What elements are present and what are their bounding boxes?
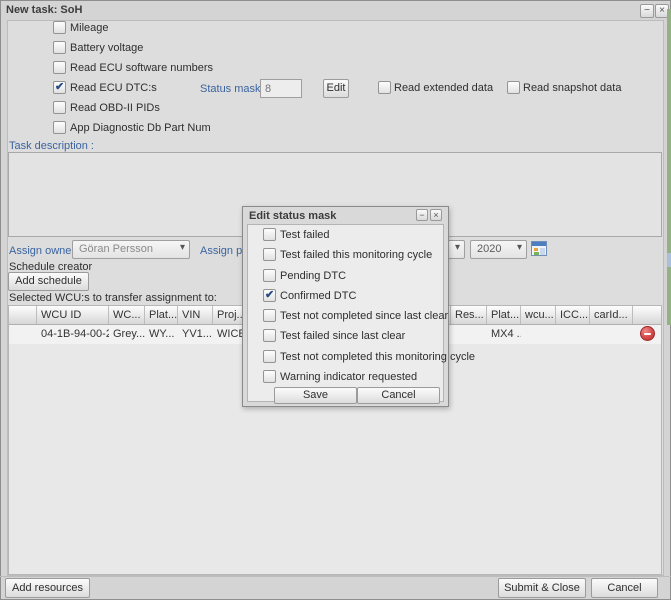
warning-indicator-checkbox[interactable] [263, 370, 276, 383]
pending-dtc-label: Pending DTC [280, 269, 346, 283]
new-task-window: New task: SoH − × Mileage Battery voltag… [0, 0, 671, 600]
cell-plat: WY... [145, 325, 178, 344]
cell-wcu [521, 325, 556, 344]
test-failed-checkbox[interactable] [263, 228, 276, 241]
read-extended-data-label: Read extended data [394, 81, 493, 95]
status-mask-edit-button[interactable]: Edit [323, 79, 349, 98]
save-button[interactable]: Save [274, 387, 357, 404]
col-plat2[interactable]: Plat... [487, 306, 521, 324]
dialog-cancel-button[interactable]: Cancel [357, 387, 440, 404]
test-failed-cycle-label: Test failed this monitoring cycle [280, 248, 432, 262]
mileage-checkbox[interactable] [53, 21, 66, 34]
read-ecu-dtc-label: Read ECU DTC:s [70, 81, 157, 95]
col-select[interactable] [9, 306, 37, 324]
footer-divider [0, 576, 671, 577]
assign-year-value: 2020 [477, 243, 501, 255]
pending-dtc-checkbox[interactable] [263, 269, 276, 282]
add-schedule-button[interactable]: Add schedule [8, 272, 89, 291]
read-ecu-dtc-checkbox[interactable] [53, 81, 66, 94]
cancel-button[interactable]: Cancel [591, 578, 658, 598]
test-failed-cycle-checkbox[interactable] [263, 248, 276, 261]
cell-res [451, 325, 487, 344]
test-not-completed-cycle-checkbox[interactable] [263, 350, 276, 363]
task-description-label: Task description : [9, 140, 94, 152]
assign-owner-select[interactable]: Göran Persson ▾ [72, 240, 190, 259]
window-title: New task: SoH [6, 4, 82, 16]
col-vin[interactable]: VIN [178, 306, 213, 324]
dialog-minimize-icon[interactable]: − [416, 209, 428, 221]
read-ecu-software-checkbox[interactable] [53, 61, 66, 74]
cell-carid [590, 325, 633, 344]
chevron-down-icon: ▾ [180, 242, 185, 253]
assign-year-select[interactable]: 2020 ▾ [470, 240, 527, 259]
add-resources-button[interactable]: Add resources [5, 578, 90, 598]
dialog-close-icon[interactable]: × [430, 209, 442, 221]
status-mask-input[interactable] [260, 79, 302, 98]
battery-voltage-label: Battery voltage [70, 41, 143, 55]
chevron-down-icon: ▾ [455, 242, 460, 253]
dialog-title: Edit status mask [249, 210, 336, 222]
read-extended-data-checkbox[interactable] [378, 81, 391, 94]
status-mask-label: Status mask : [200, 83, 267, 95]
background-window-sliver [667, 9, 671, 325]
cell-select [9, 325, 37, 344]
test-not-completed-clear-checkbox[interactable] [263, 309, 276, 322]
assign-owner-value: Göran Persson [79, 243, 153, 255]
app-diagnostic-db-label: App Diagnostic Db Part Num [70, 121, 211, 135]
test-failed-label: Test failed [280, 228, 330, 242]
read-snapshot-data-label: Read snapshot data [523, 81, 621, 95]
col-icc[interactable]: ICC... [556, 306, 590, 324]
col-plat[interactable]: Plat... [145, 306, 178, 324]
battery-voltage-checkbox[interactable] [53, 41, 66, 54]
confirmed-dtc-checkbox[interactable] [263, 289, 276, 302]
calendar-icon[interactable] [531, 241, 547, 256]
test-failed-clear-label: Test failed since last clear [280, 329, 405, 343]
test-not-completed-cycle-label: Test not completed this monitoring cycle [280, 350, 475, 364]
edit-status-mask-dialog: Edit status mask − × Test failed Test fa… [242, 206, 449, 407]
mileage-label: Mileage [70, 21, 109, 35]
cell-wc: Grey... [109, 325, 145, 344]
remove-row-icon[interactable] [640, 326, 655, 341]
cell-icc [556, 325, 590, 344]
read-ecu-software-label: Read ECU software numbers [70, 61, 213, 75]
read-obd2-pids-label: Read OBD-II PIDs [70, 101, 160, 115]
test-not-completed-clear-label: Test not completed since last clear [280, 309, 448, 323]
cell-wcu-id: 04-1B-94-00-2... [37, 325, 109, 344]
confirmed-dtc-label: Confirmed DTC [280, 289, 356, 303]
app-diagnostic-db-checkbox[interactable] [53, 121, 66, 134]
col-wcu-id[interactable]: WCU ID [37, 306, 109, 324]
test-failed-clear-checkbox[interactable] [263, 329, 276, 342]
col-carid[interactable]: carId... [590, 306, 633, 324]
assign-owner-label: Assign owner : [9, 245, 81, 257]
minimize-icon[interactable]: − [640, 4, 654, 18]
col-wc[interactable]: WC... [109, 306, 145, 324]
submit-close-button[interactable]: Submit & Close [498, 578, 586, 598]
col-actions[interactable] [633, 306, 663, 324]
col-wcu[interactable]: wcu... [521, 306, 556, 324]
read-snapshot-data-checkbox[interactable] [507, 81, 520, 94]
cell-plat2: MX4 ... [487, 325, 521, 344]
cell-vin: YV1... [178, 325, 213, 344]
selected-wcus-label: Selected WCU:s to transfer assignment to… [9, 292, 217, 304]
col-res[interactable]: Res... [451, 306, 487, 324]
read-obd2-pids-checkbox[interactable] [53, 101, 66, 114]
chevron-down-icon: ▾ [517, 242, 522, 253]
warning-indicator-label: Warning indicator requested [280, 370, 417, 384]
